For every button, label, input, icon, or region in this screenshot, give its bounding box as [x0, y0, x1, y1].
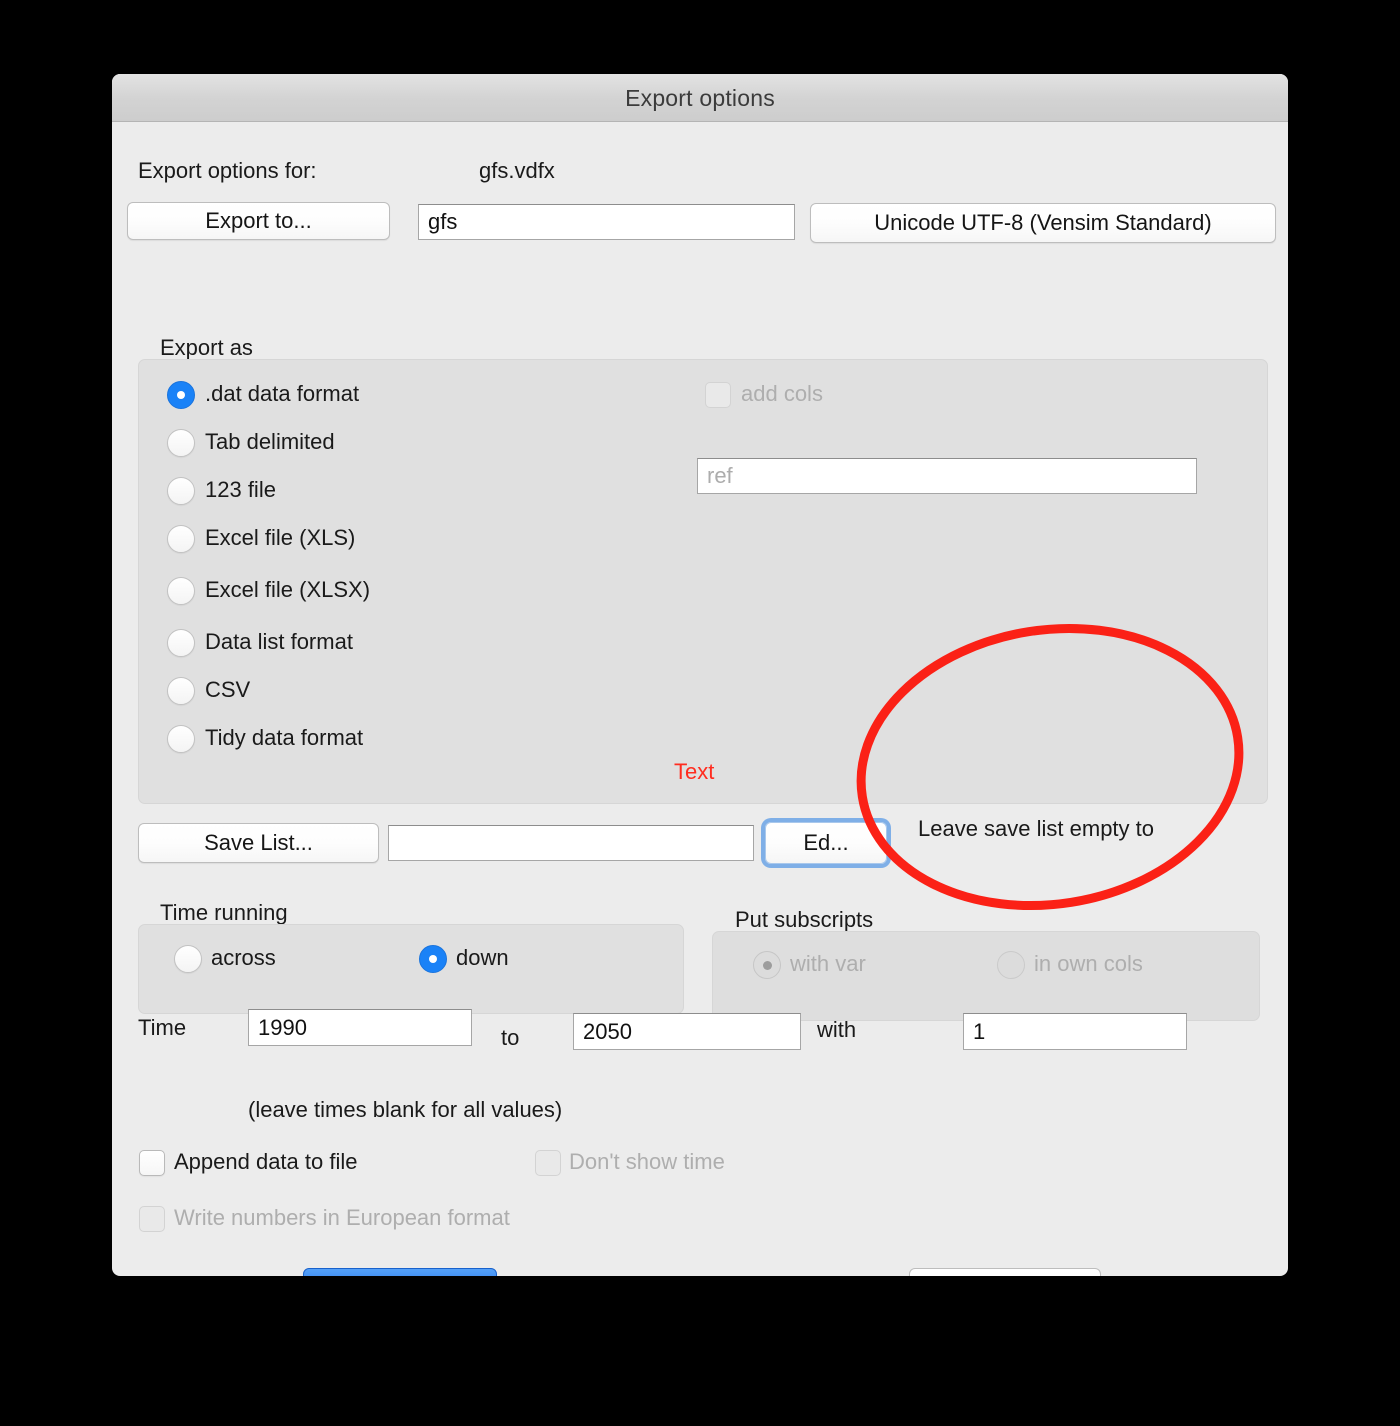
radio-tidy-data-format[interactable] [167, 725, 195, 753]
export-options-dialog: Export options Export options for: gfs.v… [112, 74, 1288, 1276]
radio-label-csv: CSV [205, 677, 251, 702]
radio-label-data-list-format: Data list format [205, 629, 353, 654]
european-format-checkbox[interactable] [139, 1206, 165, 1232]
radio-label-excel-xlsx: Excel file (XLSX) [205, 577, 371, 602]
put-subscripts-group-label: Put subscripts [735, 907, 874, 932]
export-as-group-label: Export as [160, 335, 253, 360]
time-label: Time [138, 1015, 187, 1040]
radio-label-time-across: across [211, 945, 276, 970]
radio-label-subscripts-with-var: with var [790, 951, 866, 976]
text-format-note: Text [674, 759, 715, 784]
screen: Export options Export options for: gfs.v… [0, 0, 1400, 1426]
radio-label-tab-delimited: Tab delimited [205, 429, 335, 454]
radio-label-subscripts-in-own-cols: in own cols [1034, 951, 1143, 976]
time-step-input[interactable]: 1 [963, 1013, 1187, 1050]
add-cols-checkbox[interactable] [705, 382, 731, 408]
radio-excel-xlsx[interactable] [167, 577, 195, 605]
radio-subscripts-with-var[interactable] [753, 951, 781, 979]
dialog-title: Export options [625, 85, 775, 111]
export-file-name: gfs.vdfx [479, 158, 555, 183]
annotation-note: Leave save list empty to [918, 816, 1155, 841]
radio-label-tidy-data-format: Tidy data format [205, 725, 364, 750]
radio-time-across[interactable] [174, 945, 202, 973]
radio-subscripts-in-own-cols[interactable] [997, 951, 1025, 979]
radio-label-time-down: down [456, 945, 509, 970]
time-to-label: to [501, 1025, 520, 1050]
european-format-label: Write numbers in European format [174, 1205, 510, 1230]
radio-123-file[interactable] [167, 477, 195, 505]
export-options-for-label: Export options for: [138, 158, 317, 183]
radio-excel-xls[interactable] [167, 525, 195, 553]
encoding-button[interactable]: Unicode UTF-8 (Vensim Standard) [810, 203, 1276, 243]
radio-csv[interactable] [167, 677, 195, 705]
radio-label-excel-xls: Excel file (XLS) [205, 525, 356, 550]
ref-input[interactable]: ref [697, 458, 1197, 494]
radio-tab-delimited[interactable] [167, 429, 195, 457]
time-running-group-label: Time running [160, 900, 288, 925]
radio-dat-data-format[interactable] [167, 381, 195, 409]
export-name-input[interactable]: gfs [418, 204, 795, 240]
add-cols-label: add cols [741, 381, 823, 406]
radio-time-down[interactable] [419, 945, 447, 973]
dont-show-time-checkbox[interactable] [535, 1150, 561, 1176]
save-list-button[interactable]: Save List... [138, 823, 379, 863]
time-to-input[interactable]: 2050 [573, 1013, 801, 1050]
ok-button[interactable]: OK [303, 1268, 497, 1276]
dont-show-time-label: Don't show time [569, 1149, 725, 1174]
radio-label-dat-data-format: .dat data format [205, 381, 360, 406]
export-to-button[interactable]: Export to... [127, 202, 390, 240]
radio-label-123-file: 123 file [205, 477, 276, 502]
dialog-titlebar: Export options [112, 74, 1288, 122]
dialog-body: Export options for: gfs.vdfx Export to..… [112, 122, 1288, 1276]
edit-save-list-button[interactable]: Ed... [765, 822, 887, 864]
append-data-label: Append data to file [174, 1149, 358, 1174]
time-hint: (leave times blank for all values) [248, 1097, 563, 1122]
radio-data-list-format[interactable] [167, 629, 195, 657]
ref-placeholder: ref [707, 463, 733, 488]
cancel-button[interactable]: Cancel [909, 1268, 1101, 1276]
save-list-input[interactable] [388, 825, 754, 861]
time-from-input[interactable]: 1990 [248, 1009, 472, 1046]
append-data-checkbox[interactable] [139, 1150, 165, 1176]
time-with-label: with [817, 1017, 857, 1042]
